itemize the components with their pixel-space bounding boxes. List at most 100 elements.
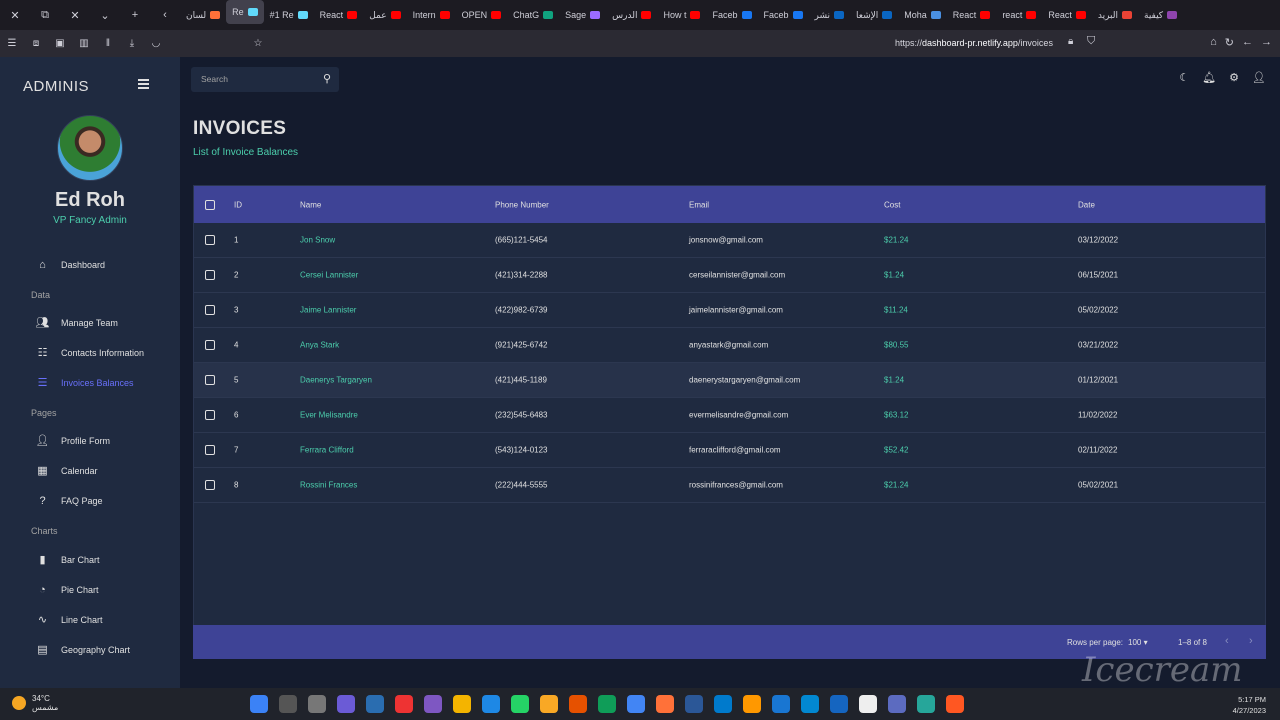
menu-icon[interactable]: ☰ [0, 38, 24, 49]
row-checkbox[interactable] [205, 445, 215, 455]
app-icon[interactable] [424, 695, 442, 713]
close-window-icon[interactable]: ✕ [0, 9, 30, 22]
scroll-tabs-left-icon[interactable]: ‹ [150, 9, 180, 21]
chrome-icon[interactable] [627, 695, 645, 713]
table-row[interactable]: 4 Anya Stark (921)425-6742 anyastark@gmail.… [194, 328, 1265, 363]
screenshot-icon[interactable] [946, 695, 964, 713]
download-icon[interactable]: ⤓ [120, 38, 144, 49]
browser-tab[interactable]: Faceb [706, 0, 757, 30]
row-checkbox[interactable] [205, 270, 215, 280]
table-row[interactable]: 8 Rossini Frances (222)444-5555 rossinifran… [194, 468, 1265, 503]
browser-tab[interactable]: OPEN [456, 0, 508, 30]
browser-tab[interactable]: React [1042, 0, 1092, 30]
browser-tab[interactable]: Re [226, 0, 264, 24]
table-row[interactable]: 5 Daenerys Targaryen (421)445-1189 daenerys… [194, 363, 1265, 398]
browser-tab[interactable]: لسان [180, 0, 226, 30]
row-checkbox[interactable] [205, 480, 215, 490]
library-icon[interactable]: ‖ [96, 38, 120, 49]
vlc-icon[interactable] [743, 695, 761, 713]
app-icon[interactable] [859, 695, 877, 713]
browser-tab[interactable]: الإشعا [850, 0, 898, 30]
table-row[interactable]: 6 Ever Melisandre (232)545-6483 evermelisan… [194, 398, 1265, 433]
remote-desktop-icon[interactable] [772, 695, 790, 713]
browser-tab[interactable]: البريد [1092, 0, 1138, 30]
sidebar-item-geography-chart[interactable]: ▤ Geography Chart [36, 643, 130, 656]
search-input[interactable]: Search [201, 74, 228, 84]
app-icon[interactable] [801, 695, 819, 713]
rows-per-page-select[interactable]: 100 ▾ [1128, 638, 1148, 647]
table-row[interactable]: 7 Ferrara Clifford (543)124-0123 ferraracli… [194, 433, 1265, 468]
whatsapp-icon[interactable] [511, 695, 529, 713]
notepad-icon[interactable] [917, 695, 935, 713]
row-checkbox[interactable] [205, 340, 215, 350]
row-checkbox[interactable] [205, 305, 215, 315]
dark-mode-icon[interactable]: ☾ [1179, 71, 1189, 84]
tab-list-chevron-icon[interactable]: ⌄ [90, 9, 120, 22]
sidebar-item-faq-page[interactable]: ? FAQ Page [36, 494, 102, 507]
close-tab-icon[interactable]: ✕ [60, 9, 90, 22]
sidebar-item-manage-team[interactable]: 👥︎ Manage Team [36, 316, 118, 329]
mail-icon[interactable] [482, 695, 500, 713]
pocket-icon[interactable]: ◡ [144, 38, 168, 49]
row-checkbox[interactable] [205, 235, 215, 245]
column-header-name[interactable]: Name [300, 200, 321, 209]
sidebar-item-bar-chart[interactable]: ▮ Bar Chart [36, 553, 99, 566]
reload-icon[interactable]: ↻ [1225, 36, 1234, 49]
address-bar[interactable]: https://dashboard-pr.netlify.app/invoice… [895, 38, 1053, 48]
settings-gear-icon[interactable]: ⚙ [1229, 71, 1239, 84]
search-taskbar-icon[interactable] [279, 695, 297, 713]
column-header-id[interactable]: ID [234, 200, 242, 209]
browser-tab[interactable]: الدرس [606, 0, 657, 30]
app-icon[interactable] [685, 695, 703, 713]
sidebar-item-dashboard[interactable]: ⌂ Dashboard [36, 258, 105, 271]
weather-widget[interactable]: 34°C مشمس [12, 694, 58, 712]
xampp-icon[interactable] [569, 695, 587, 713]
column-header-email[interactable]: Email [689, 200, 709, 209]
row-checkbox[interactable] [205, 375, 215, 385]
home-icon[interactable]: ⌂ [1210, 36, 1217, 49]
sidebar-item-contacts-information[interactable]: ☷ Contacts Information [36, 346, 144, 359]
todo-icon[interactable] [830, 695, 848, 713]
forward-icon[interactable]: → [1261, 36, 1272, 49]
browser-tab[interactable]: ChatG [507, 0, 559, 30]
notifications-icon[interactable]: 🔔︎ [1202, 71, 1216, 84]
select-all-checkbox[interactable] [205, 199, 215, 210]
tab-overview-icon[interactable]: ⧉ [30, 9, 60, 22]
browser-tab[interactable]: نشر [809, 0, 851, 30]
browser-tab[interactable]: عمل [363, 0, 406, 30]
browser-tab[interactable]: How t [657, 0, 706, 30]
inkscape-icon[interactable] [888, 695, 906, 713]
table-row[interactable]: 1 Jon Snow (665)121-5454 jonsnow@gmail.com $… [194, 223, 1265, 258]
browser-tab[interactable]: Moha [898, 0, 947, 30]
hamburger-menu-icon[interactable] [138, 79, 149, 91]
sidebar-toggle-icon[interactable]: ▥ [72, 38, 96, 49]
row-checkbox[interactable] [205, 410, 215, 420]
column-header-phone[interactable]: Phone Number [495, 200, 549, 209]
task-view-icon[interactable] [308, 695, 326, 713]
sidebar-item-pie-chart[interactable]: ◔ Pie Chart [36, 583, 98, 596]
browser-tab[interactable]: Faceb [758, 0, 809, 30]
container-icon[interactable]: ▣ [48, 38, 72, 49]
sidebar-item-invoices-balances[interactable]: ☰ Invoices Balances [36, 376, 134, 389]
chat-icon[interactable] [337, 695, 355, 713]
new-tab-icon[interactable]: + [120, 9, 150, 21]
previous-page-icon[interactable]: ‹ [1225, 635, 1229, 647]
shield-icon[interactable]: ⛉ [1087, 35, 1095, 48]
search-icon[interactable]: ⚲ [323, 72, 331, 85]
firefox-icon[interactable] [656, 695, 674, 713]
browser-tab[interactable]: react [996, 0, 1042, 30]
browser-tab[interactable]: #1 Re [264, 0, 314, 30]
vscode-icon[interactable] [714, 695, 732, 713]
file-explorer-icon[interactable] [540, 695, 558, 713]
next-page-icon[interactable]: › [1249, 635, 1253, 647]
sticky-notes-icon[interactable] [453, 695, 471, 713]
sidebar-item-profile-form[interactable]: 👤︎ Profile Form [36, 434, 111, 447]
edge-icon[interactable] [598, 695, 616, 713]
back-icon[interactable]: ← [1242, 36, 1253, 49]
user-profile-icon[interactable]: 👤︎ [1252, 71, 1266, 84]
browser-tab[interactable]: Sage [559, 0, 606, 30]
sidebar-item-calendar[interactable]: ▦ Calendar [36, 464, 97, 477]
column-header-cost[interactable]: Cost [884, 200, 900, 209]
opera-icon[interactable] [395, 695, 413, 713]
table-row[interactable]: 3 Jaime Lannister (422)982-6739 jaimelannis… [194, 293, 1265, 328]
